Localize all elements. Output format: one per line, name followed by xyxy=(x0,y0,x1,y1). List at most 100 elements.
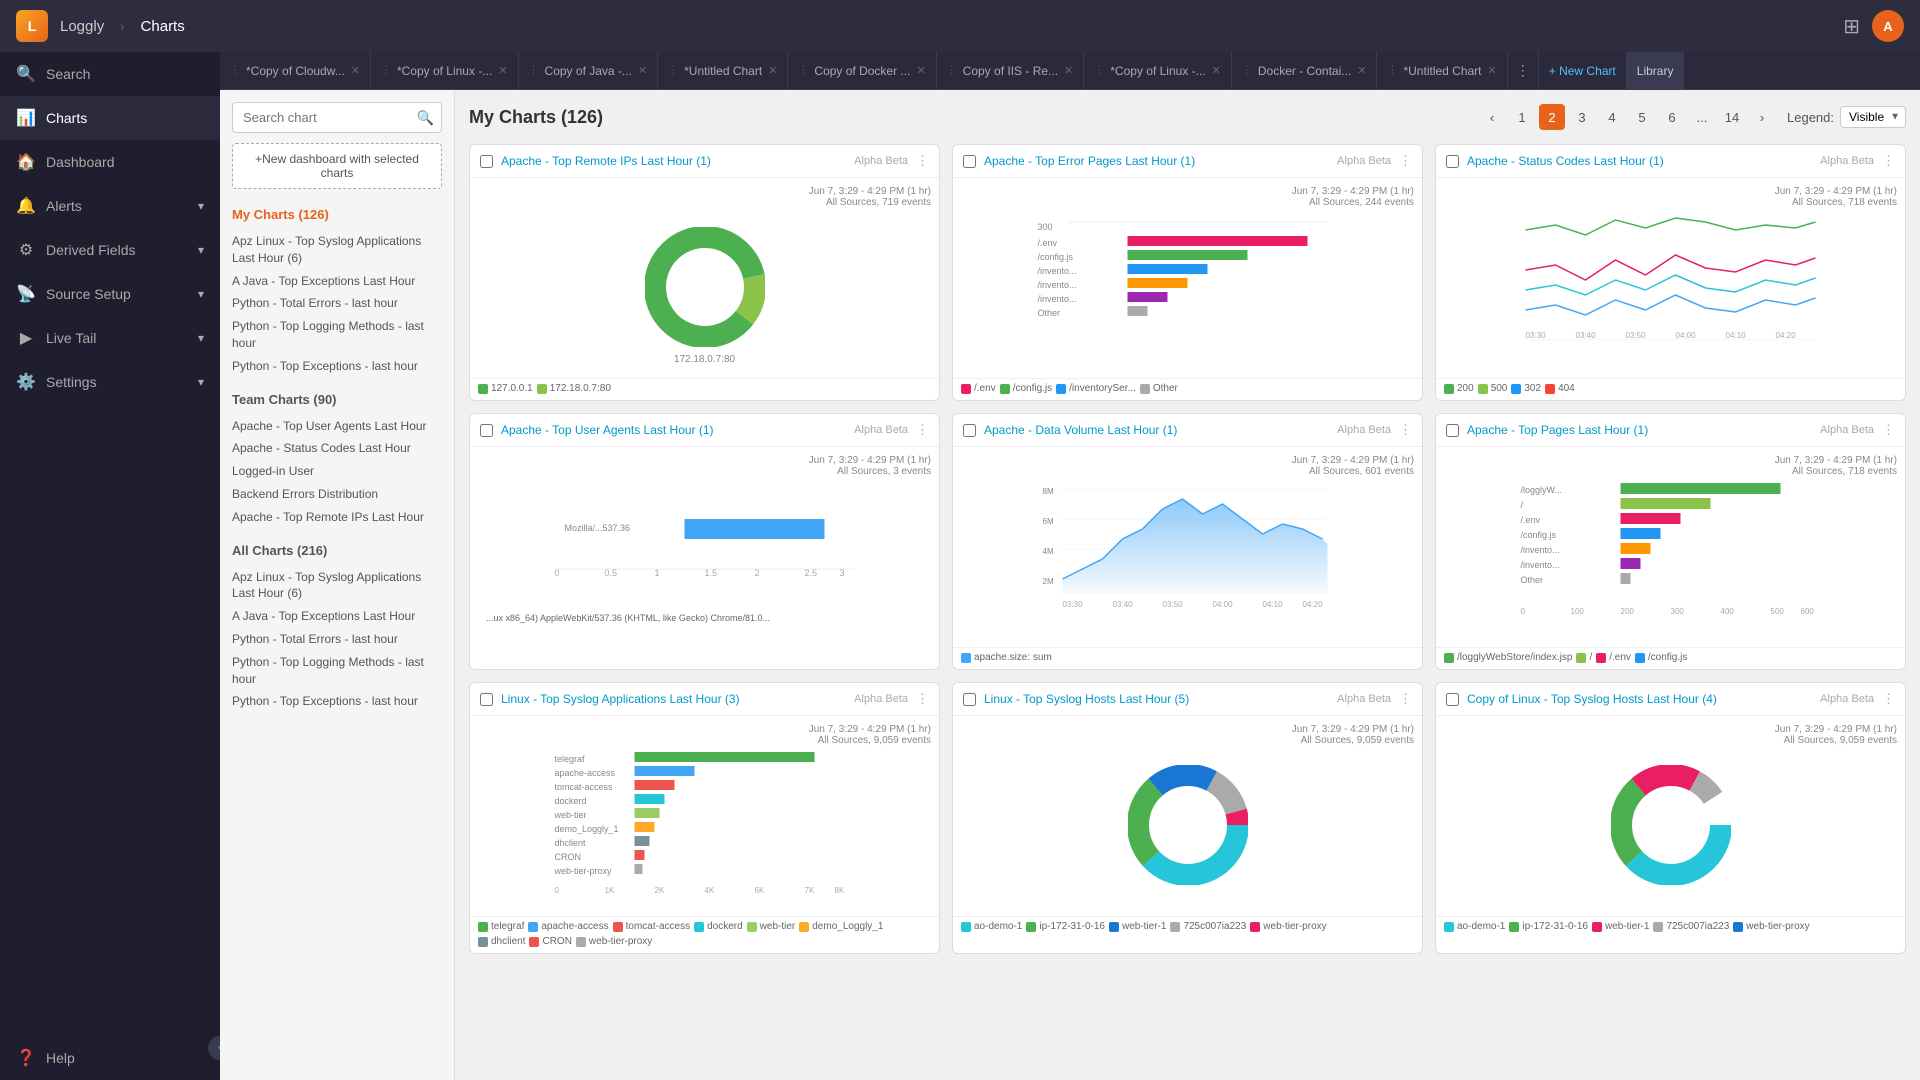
page-3-button[interactable]: 3 xyxy=(1569,104,1595,130)
chart-card-title[interactable]: Apache - Top User Agents Last Hour (1) xyxy=(501,423,846,437)
chart-menu-icon[interactable]: ⋮ xyxy=(916,691,929,707)
sidebar-item-help[interactable]: ❓ Help xyxy=(0,1036,220,1080)
tab-close-icon[interactable]: ✕ xyxy=(916,64,925,77)
chart-checkbox[interactable] xyxy=(1446,155,1459,168)
sidebar-item-search[interactable]: 🔍 Search xyxy=(0,52,220,96)
svg-text:Other: Other xyxy=(1521,575,1544,585)
chart-menu-icon[interactable]: ⋮ xyxy=(1882,153,1895,169)
chart-checkbox[interactable] xyxy=(480,155,493,168)
next-page-button[interactable]: › xyxy=(1749,104,1775,130)
chart-card-title[interactable]: Apache - Top Pages Last Hour (1) xyxy=(1467,423,1812,437)
tab-close-icon[interactable]: ✕ xyxy=(351,64,360,77)
sidebar-item-dashboard[interactable]: 🏠 Dashboard xyxy=(0,140,220,184)
sidebar-item-alerts[interactable]: 🔔 Alerts ▾ xyxy=(0,184,220,228)
tab-8[interactable]: ⋮ *Untitled Chart ✕ xyxy=(1377,52,1507,89)
chart-checkbox[interactable] xyxy=(1446,424,1459,437)
chart-checkbox[interactable] xyxy=(963,424,976,437)
list-item[interactable]: Python - Total Errors - last hour xyxy=(232,292,442,315)
legend-text: telegraf xyxy=(491,921,524,932)
list-item[interactable]: Python - Top Exceptions - last hour xyxy=(232,355,442,378)
search-chart-input[interactable] xyxy=(232,102,442,133)
new-chart-tab[interactable]: + New Chart xyxy=(1539,52,1627,89)
chart-checkbox[interactable] xyxy=(1446,693,1459,706)
tab-1[interactable]: ⋮ *Copy of Linux -... ✕ xyxy=(371,52,519,89)
chart-checkbox[interactable] xyxy=(963,155,976,168)
chart-card-title[interactable]: Apache - Status Codes Last Hour (1) xyxy=(1467,154,1812,168)
tab-more[interactable]: ⋮ xyxy=(1508,52,1539,89)
tab-close-icon[interactable]: ✕ xyxy=(768,64,777,77)
sidebar-item-derived[interactable]: ⚙ Derived Fields ▾ xyxy=(0,228,220,272)
tab-close-icon[interactable]: ✕ xyxy=(1064,64,1073,77)
list-item[interactable]: Logged-in User xyxy=(232,460,442,483)
page-5-button[interactable]: 5 xyxy=(1629,104,1655,130)
tab-2[interactable]: ⋮ Copy of Java -... ✕ xyxy=(519,52,659,89)
list-item[interactable]: Apache - Top User Agents Last Hour xyxy=(232,415,442,438)
list-item[interactable]: Python - Total Errors - last hour xyxy=(232,628,442,651)
chart-menu-icon[interactable]: ⋮ xyxy=(1882,422,1895,438)
prev-page-button[interactable]: ‹ xyxy=(1479,104,1505,130)
list-item[interactable]: Apz Linux - Top Syslog Applications Last… xyxy=(232,230,442,270)
tab-6[interactable]: ⋮ *Copy of Linux -... ✕ xyxy=(1084,52,1232,89)
chart-checkbox[interactable] xyxy=(480,693,493,706)
alerts-icon: 🔔 xyxy=(16,196,36,216)
page-14-button[interactable]: 14 xyxy=(1719,104,1745,130)
page-1-button[interactable]: 1 xyxy=(1509,104,1535,130)
chart-menu-icon[interactable]: ⋮ xyxy=(1399,153,1412,169)
list-item[interactable]: Python - Top Logging Methods - last hour xyxy=(232,651,442,691)
chart-card-title[interactable]: Apache - Data Volume Last Hour (1) xyxy=(984,423,1329,437)
chart-card-title[interactable]: Copy of Linux - Top Syslog Hosts Last Ho… xyxy=(1467,692,1812,706)
page-4-button[interactable]: 4 xyxy=(1599,104,1625,130)
tab-drag-icon: ⋮ xyxy=(668,65,678,76)
svg-text:/config.js: /config.js xyxy=(1521,530,1557,540)
sidebar-item-charts[interactable]: 📊 Charts xyxy=(0,96,220,140)
chart-menu-icon[interactable]: ⋮ xyxy=(916,422,929,438)
tab-4[interactable]: ⋮ Copy of Docker ... ✕ xyxy=(788,52,936,89)
list-item[interactable]: Python - Top Logging Methods - last hour xyxy=(232,315,442,355)
list-item[interactable]: Python - Top Exceptions - last hour xyxy=(232,690,442,713)
sidebar-item-live-tail[interactable]: ▶ Live Tail ▾ xyxy=(0,316,220,360)
chart-menu-icon[interactable]: ⋮ xyxy=(1882,691,1895,707)
page-6-button[interactable]: 6 xyxy=(1659,104,1685,130)
svg-text:/invento...: /invento... xyxy=(1038,294,1077,304)
tab-close-icon[interactable]: ✕ xyxy=(638,64,647,77)
tab-0[interactable]: ⋮ *Copy of Cloudw... ✕ xyxy=(220,52,371,89)
chart-menu-icon[interactable]: ⋮ xyxy=(916,153,929,169)
list-item[interactable]: A Java - Top Exceptions Last Hour xyxy=(232,270,442,293)
legend-text: dhclient xyxy=(491,936,525,947)
tab-close-icon[interactable]: ✕ xyxy=(498,64,507,77)
tab-close-icon[interactable]: ✕ xyxy=(1357,64,1366,77)
chart-card-title[interactable]: Linux - Top Syslog Hosts Last Hour (5) xyxy=(984,692,1329,706)
tab-close-icon[interactable]: ✕ xyxy=(1488,64,1497,77)
legend-select[interactable]: Visible xyxy=(1840,106,1906,128)
legend-text: web-tier-1 xyxy=(1122,921,1166,932)
list-item[interactable]: A Java - Top Exceptions Last Hour xyxy=(232,605,442,628)
list-item[interactable]: Apache - Status Codes Last Hour xyxy=(232,437,442,460)
chevron-down-icon: ▾ xyxy=(198,331,204,345)
list-item[interactable]: Backend Errors Distribution xyxy=(232,483,442,506)
sidebar-item-source-setup[interactable]: 📡 Source Setup ▾ xyxy=(0,272,220,316)
avatar[interactable]: A xyxy=(1872,10,1904,42)
chart-card-title[interactable]: Apache - Top Remote IPs Last Hour (1) xyxy=(501,154,846,168)
tab-3[interactable]: ⋮ *Untitled Chart ✕ xyxy=(658,52,788,89)
chart-checkbox[interactable] xyxy=(480,424,493,437)
chart-menu-icon[interactable]: ⋮ xyxy=(1399,691,1412,707)
grid-icon[interactable]: ⊞ xyxy=(1843,14,1860,39)
legend-text: 200 xyxy=(1457,383,1474,394)
new-dashboard-button[interactable]: +New dashboard with selected charts xyxy=(232,143,442,189)
chart-checkbox[interactable] xyxy=(963,693,976,706)
tab-7[interactable]: ⋮ Docker - Contai... ✕ xyxy=(1232,52,1378,89)
list-item[interactable]: Apz Linux - Top Syslog Applications Last… xyxy=(232,566,442,606)
chart-card-header: Apache - Top Pages Last Hour (1) Alpha B… xyxy=(1436,414,1905,447)
chart-card-title[interactable]: Apache - Top Error Pages Last Hour (1) xyxy=(984,154,1329,168)
list-item[interactable]: Apache - Top Remote IPs Last Hour xyxy=(232,506,442,529)
chart-menu-icon[interactable]: ⋮ xyxy=(1399,422,1412,438)
tab-5[interactable]: ⋮ Copy of IIS - Re... ✕ xyxy=(937,52,1085,89)
tab-label: *Untitled Chart xyxy=(1403,64,1481,78)
tab-close-icon[interactable]: ✕ xyxy=(1212,64,1221,77)
library-tab[interactable]: Library xyxy=(1627,52,1685,89)
chart-card-title[interactable]: Linux - Top Syslog Applications Last Hou… xyxy=(501,692,846,706)
page-2-button[interactable]: 2 xyxy=(1539,104,1565,130)
svg-text:04:10: 04:10 xyxy=(1263,600,1284,609)
sidebar-item-settings[interactable]: ⚙️ Settings ▾ xyxy=(0,360,220,404)
legend-item: ao-demo-1 xyxy=(1444,921,1505,932)
